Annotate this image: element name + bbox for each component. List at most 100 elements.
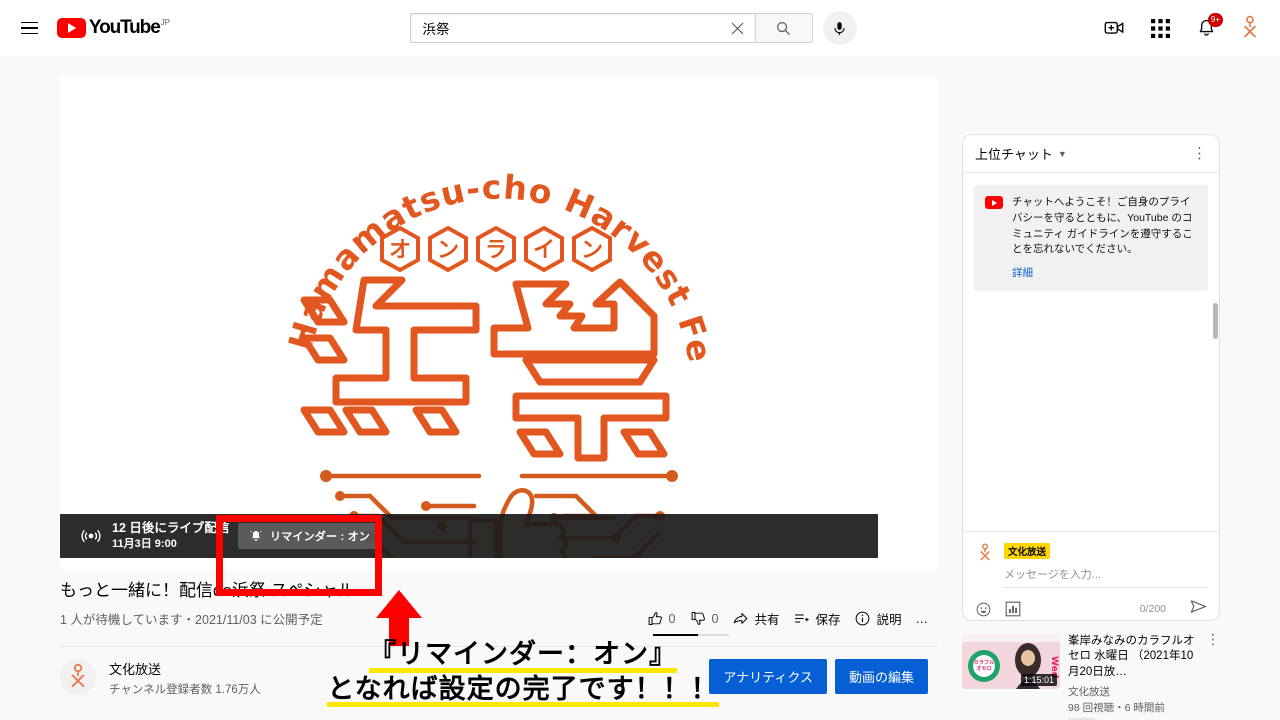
- dislike-count: 0: [711, 611, 719, 626]
- schedule-countdown: 12 日後にライブ配信: [112, 521, 230, 536]
- avatar[interactable]: [1234, 12, 1266, 44]
- search-area: [409, 11, 857, 45]
- chat-input-column: 文化放送 メッセージを入力...: [1004, 542, 1208, 588]
- chat-welcome-message: チャットへようこそ！ご自身のプライバシーを守るとともに、YouTube のコミュ…: [974, 185, 1208, 291]
- svg-text:イ: イ: [533, 238, 555, 263]
- more-horizontal-icon: …: [915, 611, 929, 626]
- view-count-line: 1 人が待機しています・2021/11/03 に公開予定: [60, 613, 323, 628]
- like-ratio-fill: [652, 634, 698, 637]
- info-circle-icon: [856, 611, 870, 626]
- dislike-button[interactable]: 0: [690, 610, 719, 627]
- page-title: もっと一緒に！配信de浜祭 スペシャル: [60, 581, 355, 600]
- youtube-play-icon: [985, 196, 1003, 209]
- hamburger-menu-icon[interactable]: [16, 8, 43, 48]
- chat-input-toolbar: 0/200: [974, 597, 1208, 620]
- youtube-watch-page: YouTube JP 浜祭 9+ Hamamatsu-cho Harvest F…: [0, 0, 1280, 720]
- video-player[interactable]: Hamamatsu-cho Harvest Festa オ ン: [60, 76, 938, 570]
- chevron-down-icon[interactable]: ▼: [1058, 149, 1067, 159]
- video-stats: 98 回視聴・6 時間前: [1068, 701, 1165, 714]
- search-button[interactable]: [754, 13, 813, 43]
- youtube-logo-country: JP: [160, 18, 170, 27]
- views-block: 1 人が待機しています・2021/11/03 に公開予定: [60, 609, 323, 628]
- chat-input-area: 文化放送 メッセージを入力... 0/200: [963, 531, 1219, 620]
- youtube-apps-grid-icon[interactable]: [1142, 10, 1178, 46]
- search-box[interactable]: [409, 13, 755, 43]
- chat-input-top: 文化放送 メッセージを入力...: [974, 542, 1208, 588]
- microphone-icon[interactable]: [822, 11, 857, 45]
- live-chat-panel: 上位チャット ▼ ⋮ チャットへようこそ！ご自身のプライバシーを守るとともに、Y…: [962, 134, 1220, 621]
- youtube-logo-text: YouTube: [88, 17, 161, 38]
- chat-mode-label[interactable]: 上位チャット: [975, 144, 1053, 163]
- svg-text:ン: ン: [581, 238, 603, 263]
- emoji-smile-icon[interactable]: [975, 601, 992, 618]
- chat-messages-area[interactable]: チャットへようこそ！ご自身のプライバシーを守るとともに、YouTube のコミュ…: [963, 173, 1219, 531]
- video-actions: 0 0 共有 保存 説明 …: [647, 609, 938, 628]
- save-label: 保存: [815, 613, 841, 628]
- list-item[interactable]: カラフル オセロ Wed 1:15:01 峯岸みなみのカラフルオセロ 水曜日 （…: [962, 632, 1220, 720]
- more-vertical-icon[interactable]: ⋮: [1192, 146, 1207, 161]
- hamamatsu-harvest-festa-logo: Hamamatsu-cho Harvest Festa オ ン: [264, 88, 719, 558]
- chat-welcome-body: チャットへようこそ！ご自身のプライバシーを守るとともに、YouTube のコミュ…: [1012, 195, 1197, 281]
- masthead-center: [170, 11, 1096, 45]
- annotation-caption: 『リマインダー：オン』 となれば設定の完了です！！！: [288, 638, 758, 708]
- channel-avatar[interactable]: [60, 659, 96, 696]
- youtube-play-icon: [56, 18, 86, 38]
- save-playlist-icon: [795, 614, 810, 623]
- meta-row: 1 人が待機しています・2021/11/03 に公開予定 0 0 共有 保存 説…: [60, 609, 938, 637]
- chat-message-input[interactable]: メッセージを入力...: [1004, 566, 1208, 588]
- notifications-button[interactable]: 9+: [1188, 10, 1224, 46]
- send-paper-plane-icon[interactable]: [1189, 597, 1208, 620]
- primary-column: Hamamatsu-cho Harvest Festa オ ン: [60, 76, 953, 697]
- live-broadcast-icon: [78, 523, 104, 549]
- suggested-videos-list: カラフル オセロ Wed 1:15:01 峯岸みなみのカラフルオセロ 水曜日 （…: [962, 632, 1220, 720]
- chat-welcome-text: チャットへようこそ！ご自身のプライバシーを守るとともに、YouTube のコミュ…: [1012, 196, 1193, 256]
- masthead: YouTube JP 浜祭 9+: [0, 0, 1280, 56]
- reminder-toggle-label: リマインダー : オン: [270, 531, 370, 543]
- like-count: 0: [668, 611, 676, 626]
- video-title: 峯岸みなみのカラフルオセロ 水曜日 （2021年10月20日放…: [1068, 635, 1195, 678]
- schedule-text: 12 日後にライブ配信 11月3日 9:00: [112, 521, 229, 550]
- masthead-left: YouTube JP: [0, 8, 170, 48]
- chat-char-counter: 0/200: [1139, 603, 1166, 615]
- close-icon[interactable]: [727, 17, 749, 39]
- description-label: 説明: [876, 613, 902, 628]
- reminder-toggle-button[interactable]: リマインダー : オン: [238, 523, 381, 549]
- search-input[interactable]: [422, 20, 727, 36]
- share-button[interactable]: 共有: [732, 609, 779, 628]
- chat-welcome-link[interactable]: 詳細: [1012, 265, 1033, 280]
- edit-video-button[interactable]: 動画の編集: [834, 659, 928, 695]
- save-button[interactable]: 保存: [793, 609, 840, 628]
- notification-badge: 9+: [1207, 13, 1223, 27]
- bell-ringing-icon: [250, 530, 262, 541]
- schedule-datetime: 11月3日 9:00: [112, 537, 177, 550]
- search-icon: [776, 21, 790, 35]
- like-ratio-bar: [652, 634, 729, 637]
- chat-username-chip: 文化放送: [1004, 543, 1051, 559]
- masthead-right: 9+: [1096, 10, 1280, 46]
- share-icon: [734, 613, 748, 625]
- video-duration: 1:15:01: [1020, 674, 1057, 686]
- svg-text:カラフル: カラフル: [974, 659, 996, 666]
- video-channel: 文化放送: [1068, 685, 1110, 698]
- video-artwork: Hamamatsu-cho Harvest Festa オ ン: [60, 76, 938, 570]
- chat-scrollbar[interactable]: [1213, 303, 1218, 339]
- like-button[interactable]: 0: [647, 610, 676, 627]
- video-thumbnail[interactable]: カラフル オセロ Wed 1:15:01: [962, 634, 1060, 689]
- svg-text:オ: オ: [389, 238, 411, 263]
- annotation-line-1: 『リマインダー：オン』: [369, 638, 677, 673]
- more-actions-button[interactable]: …: [916, 612, 929, 626]
- description-button[interactable]: 説明: [854, 609, 902, 628]
- actions-block: 0 0 共有 保存 説明 …: [647, 609, 938, 637]
- thumbs-down-icon: [691, 612, 705, 625]
- annotation-line-2: となれば設定の完了です！！！: [327, 672, 719, 708]
- svg-text:オセロ: オセロ: [976, 665, 992, 672]
- scheduled-live-bar: 12 日後にライブ配信 11月3日 9:00 リマインダー : オン: [60, 514, 878, 558]
- poll-bar-chart-icon[interactable]: [1005, 601, 1021, 617]
- more-vertical-icon[interactable]: ⋮: [1206, 632, 1220, 720]
- thumbs-up-icon: [648, 612, 662, 626]
- chat-user-avatar: [974, 542, 996, 564]
- youtube-logo[interactable]: YouTube JP: [56, 17, 170, 38]
- create-video-icon[interactable]: [1096, 10, 1132, 46]
- video-info: 峯岸みなみのカラフルオセロ 水曜日 （2021年10月20日放… 文化放送 98…: [1068, 634, 1198, 720]
- svg-text:ン: ン: [437, 238, 459, 263]
